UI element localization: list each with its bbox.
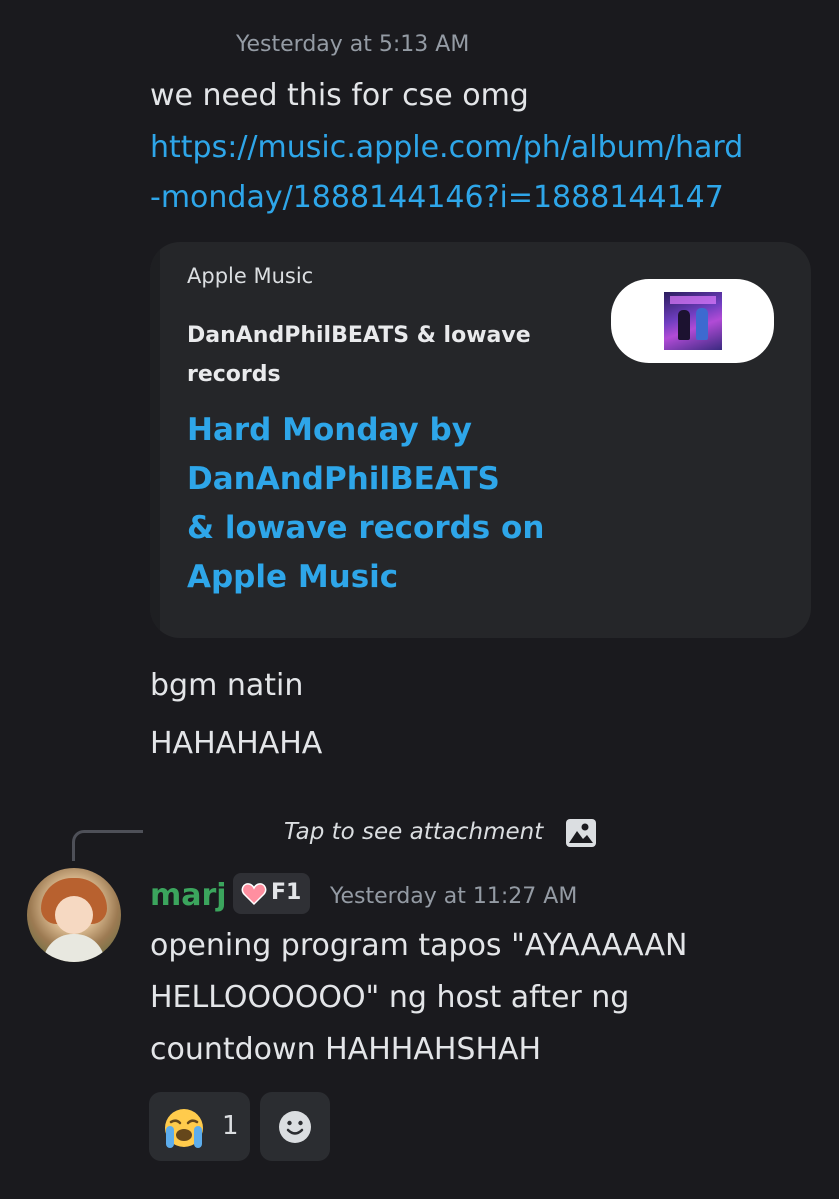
message-text: HELLOOOOOO" ng host after ng (150, 980, 630, 1015)
message-timestamp-top: Yesterday at 5:13 AM (236, 32, 470, 57)
message-text: HAHAHAHA (150, 726, 323, 761)
embed-thumbnail[interactable] (611, 279, 774, 363)
embed-provider[interactable]: Apple Music (187, 264, 313, 288)
album-art-image (664, 292, 722, 350)
smiley-face-icon (279, 1111, 311, 1143)
embed-author[interactable]: DanAndPhilBEATS & lowave records (187, 316, 567, 394)
embed-title-line[interactable]: DanAndPhilBEATS (187, 455, 567, 504)
message-text: we need this for cse omg (150, 78, 529, 113)
message-text: opening program tapos "AYAAAAAN (150, 928, 688, 963)
message-text: bgm natin (150, 668, 304, 703)
avatar[interactable] (27, 868, 121, 962)
embed-title[interactable]: Hard Monday by DanAndPhilBEATS & lowave … (187, 406, 567, 602)
role-badge-label: F1 (271, 880, 302, 905)
reply-connector-line (72, 830, 143, 861)
embed-title-line[interactable]: Apple Music (187, 553, 567, 602)
image-icon[interactable] (565, 818, 597, 848)
reaction-button[interactable]: 1 (149, 1092, 250, 1161)
loudly-crying-face-icon (161, 1106, 207, 1150)
role-badge[interactable]: F1 (233, 873, 310, 914)
link-line-2[interactable]: -monday/1888144146?i=1888144147 (150, 180, 724, 215)
add-reaction-button[interactable] (260, 1092, 330, 1161)
embed-title-line[interactable]: Hard Monday by (187, 406, 567, 455)
message-text: countdown HAHHAHSHAH (150, 1032, 542, 1067)
embed-title-line[interactable]: & lowave records on (187, 504, 567, 553)
reaction-count: 1 (222, 1111, 239, 1141)
embed-accent-bar (150, 242, 160, 638)
username[interactable]: marj (150, 878, 227, 913)
link-line-1[interactable]: https://music.apple.com/ph/album/hard (150, 130, 743, 165)
link-embed[interactable]: Apple Music DanAndPhilBEATS & lowave rec… (150, 242, 811, 638)
reply-preview-text[interactable]: Tap to see attachment (284, 819, 543, 845)
heart-icon (241, 882, 267, 906)
message-timestamp: Yesterday at 11:27 AM (330, 884, 578, 909)
